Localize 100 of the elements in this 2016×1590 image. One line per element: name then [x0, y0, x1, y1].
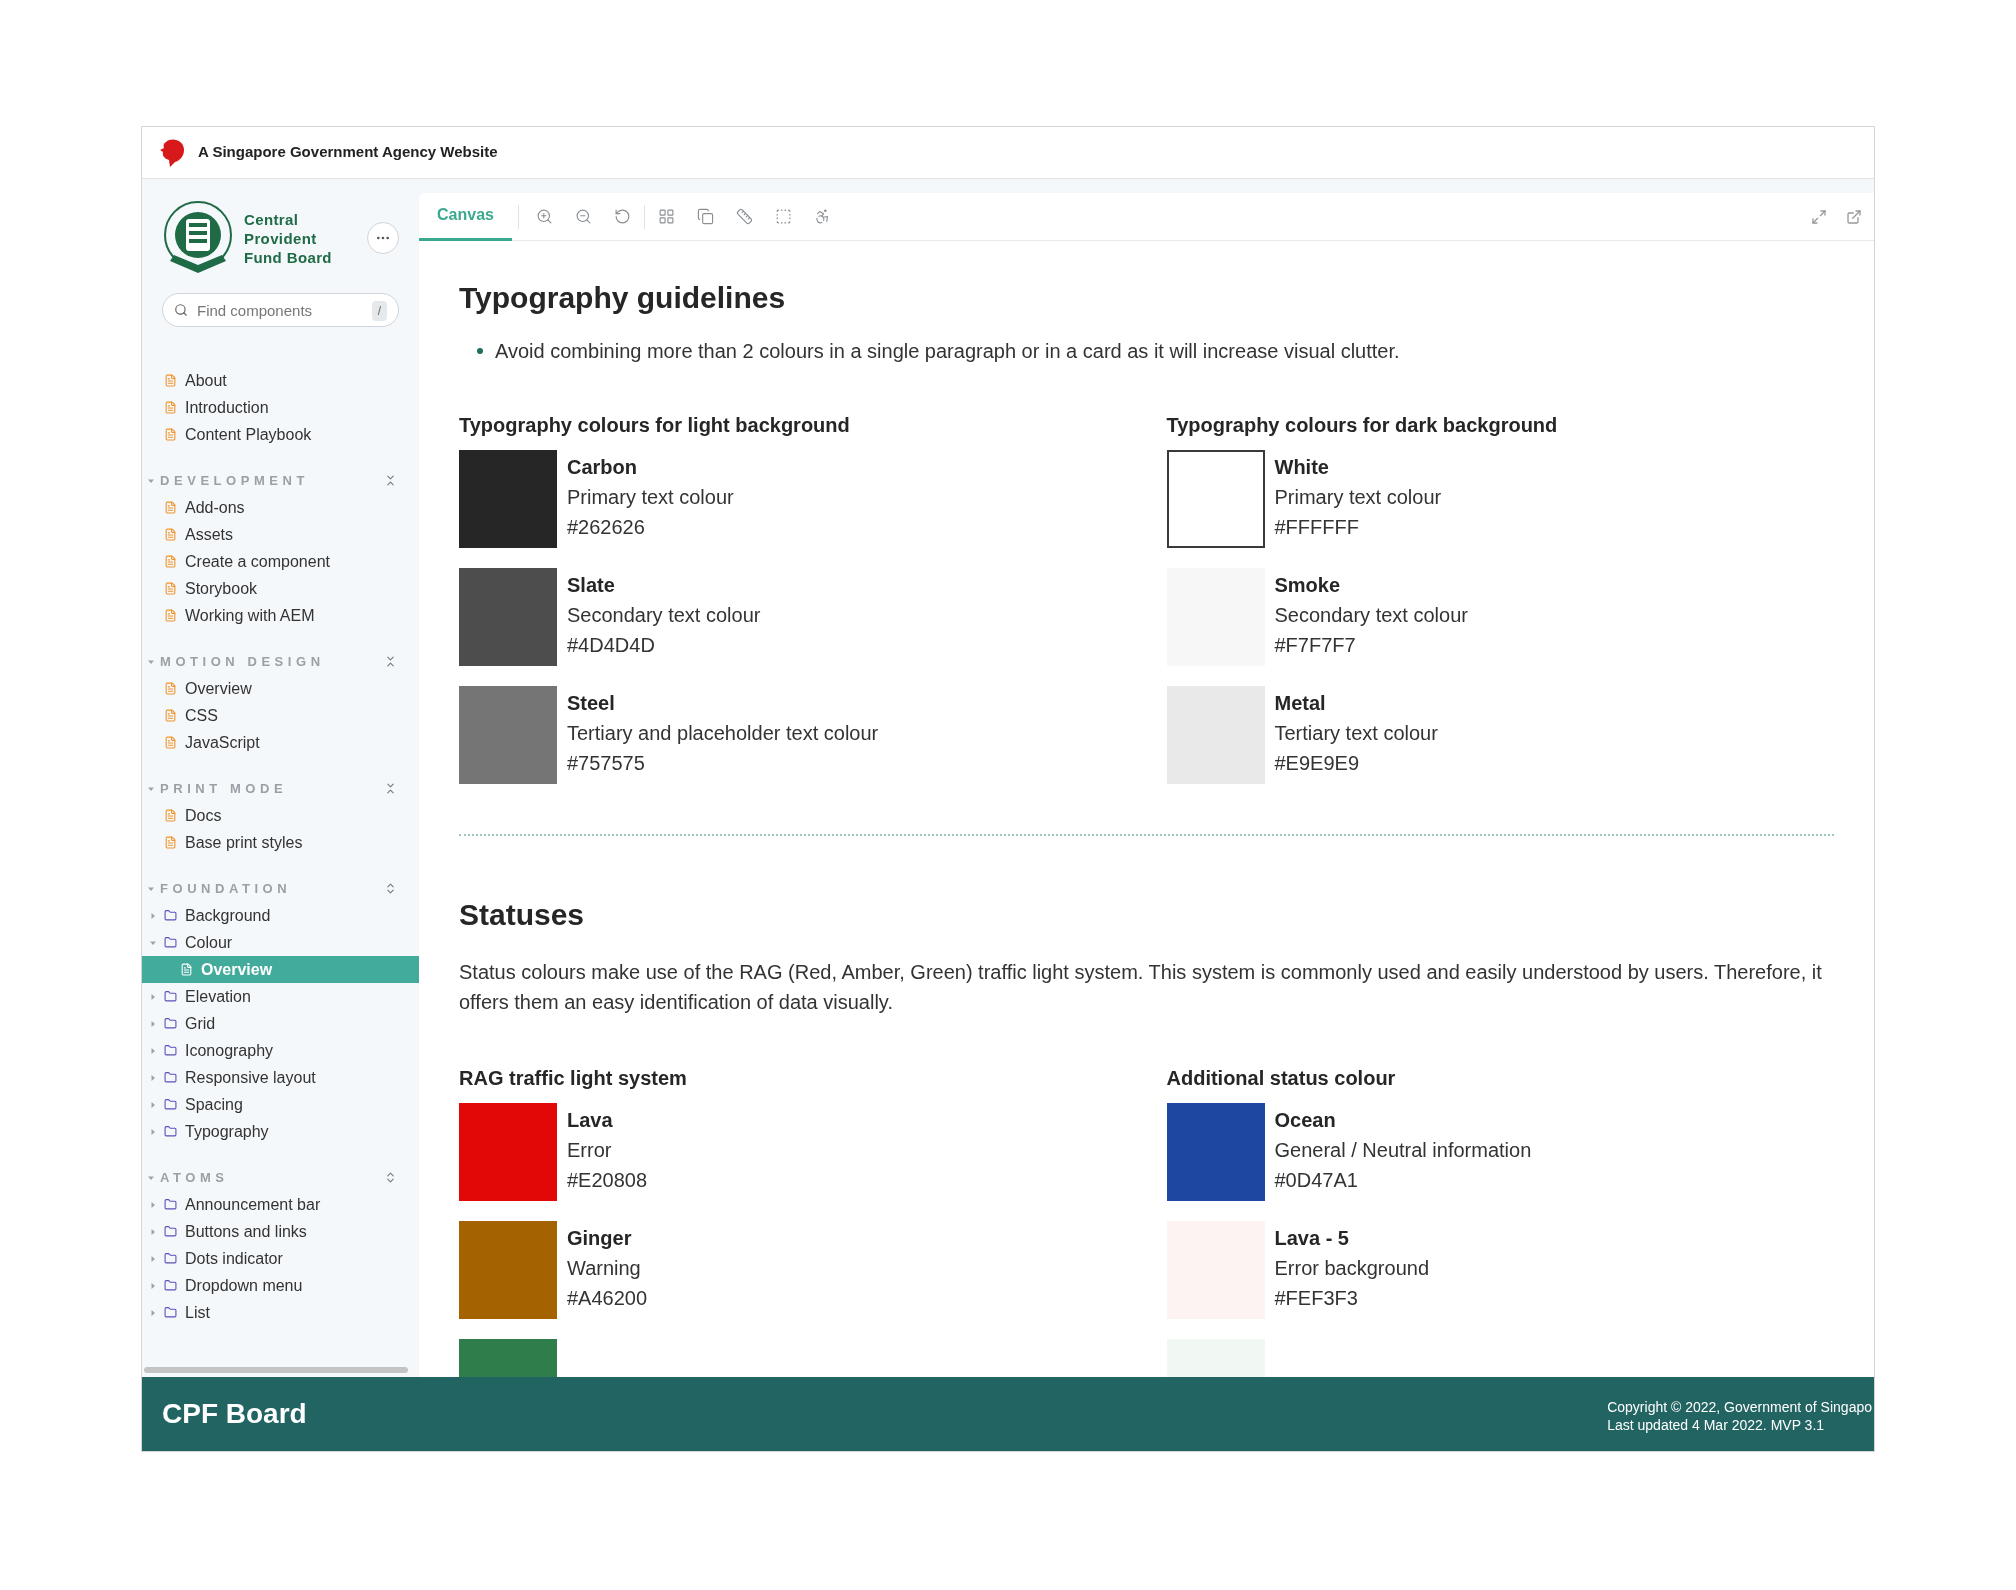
sidebar-item[interactable]: Create a component — [142, 548, 419, 575]
sidebar-item[interactable]: Iconography — [142, 1037, 419, 1064]
folder-icon — [164, 1098, 177, 1111]
colour-name: Metal — [1274, 691, 1327, 716]
document-icon — [164, 555, 177, 568]
sidebar-item[interactable]: About — [142, 367, 419, 394]
document-icon — [164, 836, 177, 849]
colour-name: Ocean — [1274, 1108, 1337, 1133]
colour-name: Lava - 5 — [1274, 1226, 1350, 1251]
caret-right-icon[interactable] — [150, 1309, 156, 1316]
sidebar-item[interactable]: Responsive layout — [142, 1064, 419, 1091]
colour-name: Steel — [567, 691, 616, 716]
zoom-in-icon — [535, 208, 553, 225]
caret-right-icon[interactable] — [150, 1020, 156, 1027]
sidebar-item[interactable]: Buttons and links — [142, 1218, 419, 1245]
caret-right-icon[interactable] — [150, 993, 156, 1000]
colour-hex: #E20808 — [567, 1168, 648, 1193]
colour-role: Primary text colour — [1274, 485, 1442, 510]
colour-name: Slate — [567, 573, 616, 598]
sidebar-item[interactable]: JavaScript — [142, 729, 419, 756]
colour-hex: #4D4D4D — [567, 633, 656, 658]
caret-right-icon[interactable] — [150, 1282, 156, 1289]
caret-down-icon[interactable] — [148, 785, 154, 792]
reset-zoom-icon — [613, 208, 631, 225]
sidebar-item[interactable]: Add-ons — [142, 494, 419, 521]
sidebar-item[interactable]: Assets — [142, 521, 419, 548]
sidebar-item[interactable]: Colour — [142, 929, 419, 956]
caret-right-icon[interactable] — [150, 1255, 156, 1262]
sidebar-item[interactable]: Base print styles — [142, 829, 419, 856]
ruler-icon — [735, 208, 753, 225]
sidebar-item[interactable]: Working with AEM — [142, 602, 419, 629]
collapse-all-icon[interactable] — [384, 782, 397, 795]
sidebar-item[interactable]: Background — [142, 902, 419, 929]
sidebar-item[interactable]: Dropdown menu — [142, 1272, 419, 1299]
sidebar-item[interactable]: Storybook — [142, 575, 419, 602]
expand-all-icon[interactable] — [384, 1171, 397, 1184]
folder-icon — [164, 1225, 177, 1238]
colour-role: General / Neutral information — [1274, 1138, 1532, 1163]
section-subheading: RAG traffic light system — [459, 1066, 688, 1091]
sidebar-item[interactable]: Overview — [142, 675, 419, 702]
folder-icon — [164, 909, 177, 922]
page-heading: Typography guidelines — [459, 280, 787, 316]
caret-down-icon[interactable] — [148, 658, 154, 665]
sidebar-item[interactable]: Content Playbook — [142, 421, 419, 448]
caret-right-icon[interactable] — [150, 1228, 156, 1235]
document-icon — [164, 582, 177, 595]
caret-right-icon[interactable] — [150, 1101, 156, 1108]
sidebar-item[interactable]: Docs — [142, 802, 419, 829]
caret-right-icon[interactable] — [150, 1074, 156, 1081]
colour-role: Error background — [1274, 1256, 1430, 1281]
sidebar-item[interactable]: Dots indicator — [142, 1245, 419, 1272]
masthead-text: A Singapore Government Agency Website — [198, 142, 498, 163]
colour-name: Carbon — [567, 455, 638, 480]
colour-hex: #757575 — [567, 751, 646, 776]
caret-down-icon[interactable] — [148, 477, 154, 484]
colour-hex: #E9E9E9 — [1274, 751, 1360, 776]
colour-role: Secondary text colour — [1274, 603, 1468, 628]
collapse-all-icon[interactable] — [384, 474, 397, 487]
caret-right-icon[interactable] — [150, 912, 156, 919]
stacked-frames-icon — [696, 208, 714, 225]
dashed-square-icon — [774, 208, 792, 225]
statuses-description: Status colours make use of the RAG (Red, Amber, Green) traffic light system. This system is commonly used and easily understood by users. Therefore, it offers them an easy identification of data visually. — [459, 960, 1823, 1015]
footer-text: Last updated 4 Mar 2022. MVP 3.1 — [1607, 1416, 1826, 1434]
document-icon — [164, 501, 177, 514]
colour-hex: #262626 — [567, 515, 646, 540]
colour-role: Tertiary text colour — [1274, 721, 1438, 746]
document-icon — [180, 963, 193, 976]
collapse-all-icon[interactable] — [384, 655, 397, 668]
sidebar-item[interactable]: Announcement bar — [142, 1191, 419, 1218]
sidebar-item[interactable]: Introduction — [142, 394, 419, 421]
bullet-icon — [477, 348, 483, 354]
sidebar-item[interactable]: Spacing — [142, 1091, 419, 1118]
more-options-button[interactable] — [367, 222, 399, 254]
caret-right-icon[interactable] — [150, 1201, 156, 1208]
sidebar-item[interactable]: Typography — [142, 1118, 419, 1145]
sidebar-item[interactable]: CSS — [142, 702, 419, 729]
guideline-text: Avoid combining more than 2 colours in a single paragraph or in a card as it will increase visual clutter. — [495, 339, 1400, 364]
colour-role: Primary text colour — [567, 485, 734, 510]
sidebar-item[interactable]: List — [142, 1299, 419, 1326]
document-icon — [164, 809, 177, 822]
expand-all-icon[interactable] — [384, 882, 397, 895]
horizontal-scrollbar[interactable] — [144, 1367, 408, 1373]
section-subheading: Typography colours for light background — [459, 413, 851, 438]
colour-name: Smoke — [1274, 573, 1342, 598]
colour-role: Error — [567, 1138, 613, 1163]
colour-role: Warning — [567, 1256, 642, 1281]
sidebar-item[interactable]: Grid — [142, 1010, 419, 1037]
caret-down-icon[interactable] — [148, 885, 154, 892]
colour-role: Tertiary and placeholder text colour — [567, 721, 879, 746]
caret-right-icon[interactable] — [150, 1047, 156, 1054]
document-icon — [164, 528, 177, 541]
sidebar-item[interactable]: Elevation — [142, 983, 419, 1010]
folder-icon — [164, 1279, 177, 1292]
caret-down-icon[interactable] — [150, 939, 156, 946]
document-icon — [164, 709, 177, 722]
caret-down-icon[interactable] — [148, 1174, 154, 1181]
folder-icon — [164, 1044, 177, 1057]
folder-icon — [164, 1071, 177, 1084]
document-icon — [164, 609, 177, 622]
caret-right-icon[interactable] — [150, 1128, 156, 1135]
